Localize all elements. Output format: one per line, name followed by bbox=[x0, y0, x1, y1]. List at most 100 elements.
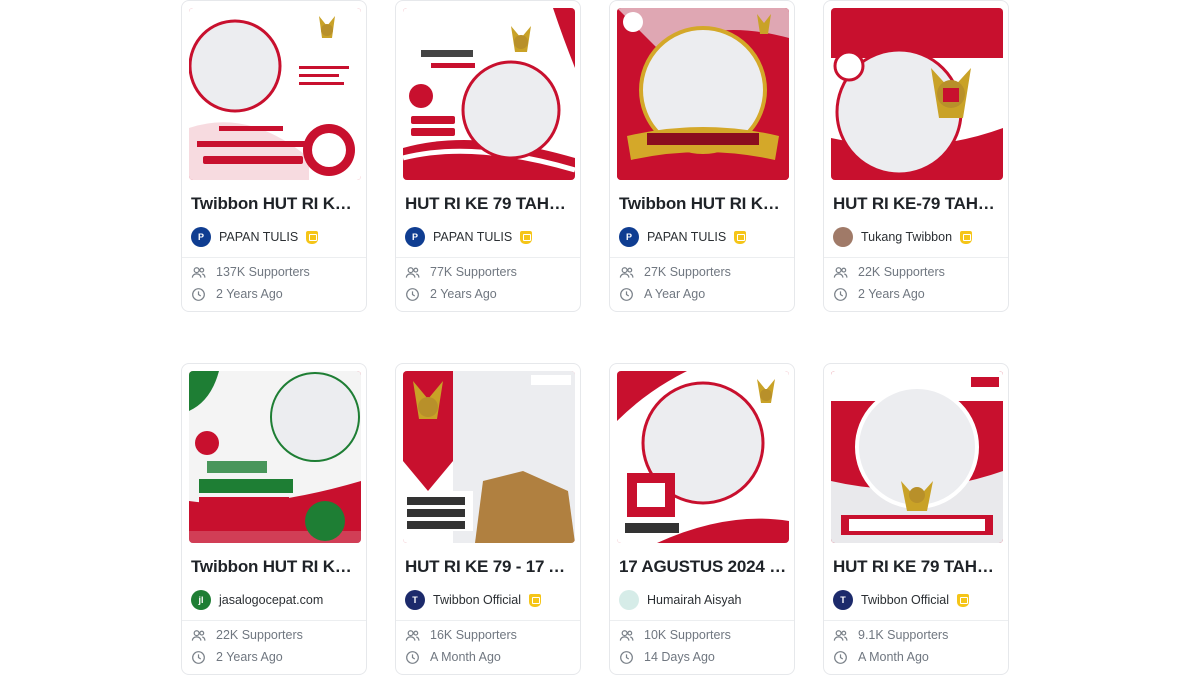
campaign-title[interactable]: HUT RI KE 79 TAHUN 2024 bbox=[833, 557, 1001, 577]
author-name: Humairah Aisyah bbox=[647, 593, 742, 607]
created-age: 2 Years Ago bbox=[216, 650, 283, 664]
supporters-count: 27K Supporters bbox=[644, 265, 731, 279]
campaign-title[interactable]: 17 AGUSTUS 2024 HUT RI bbox=[619, 557, 787, 577]
campaign-author[interactable]: P PAPAN TULIS bbox=[191, 227, 361, 247]
author-name: Twibbon Official bbox=[433, 593, 522, 607]
card-divider bbox=[610, 257, 794, 258]
age-stat: A Month Ago bbox=[833, 649, 1003, 665]
campaign-author[interactable]: P PAPAN TULIS bbox=[405, 227, 575, 247]
clock-icon bbox=[406, 287, 419, 301]
campaign-thumbnail[interactable] bbox=[831, 8, 1003, 180]
users-icon bbox=[619, 266, 634, 278]
users-icon bbox=[619, 629, 634, 641]
verified-badge-icon bbox=[529, 593, 542, 607]
supporters-count: 77K Supporters bbox=[430, 265, 517, 279]
campaign-card[interactable]: 17 AGUSTUS 2024 HUT RI Humairah Aisyah 1… bbox=[609, 363, 795, 675]
supporters-count: 22K Supporters bbox=[858, 265, 945, 279]
campaign-card[interactable]: HUT RI KE 79 TAHUN 2024 T Twibbon Offici… bbox=[823, 363, 1009, 675]
card-divider bbox=[824, 257, 1008, 258]
campaign-card[interactable]: HUT RI KE 79 - 17 AGUSTUS T Twibbon Offi… bbox=[395, 363, 581, 675]
campaign-card[interactable]: HUT RI KE 79 TAHUN 2024 P PAPAN TULIS 77… bbox=[395, 0, 581, 312]
created-age: 2 Years Ago bbox=[858, 287, 925, 301]
verified-badge-icon bbox=[734, 230, 747, 244]
papan-tulis-logo-icon: P bbox=[619, 227, 639, 247]
created-age: 2 Years Ago bbox=[430, 287, 497, 301]
users-icon bbox=[191, 629, 206, 641]
campaign-card[interactable]: Twibbon HUT RI Ke 79 Tahun P PAPAN TULIS… bbox=[609, 0, 795, 312]
clock-icon bbox=[406, 650, 419, 664]
author-name: PAPAN TULIS bbox=[433, 230, 513, 244]
clock-icon bbox=[620, 287, 633, 301]
clock-icon bbox=[192, 287, 205, 301]
campaign-title[interactable]: HUT RI KE 79 TAHUN 2024 bbox=[405, 194, 573, 214]
campaign-thumbnail[interactable] bbox=[189, 8, 361, 180]
campaign-author[interactable]: T Twibbon Official bbox=[405, 590, 575, 610]
jasalogo-logo-icon: jl bbox=[191, 590, 211, 610]
twibbon-logo-icon: T bbox=[833, 590, 853, 610]
author-name: jasalogocepat.com bbox=[219, 593, 324, 607]
supporters-count: 9.1K Supporters bbox=[858, 628, 949, 642]
campaign-thumbnail[interactable] bbox=[189, 371, 361, 543]
campaign-author[interactable]: T Twibbon Official bbox=[833, 590, 1003, 610]
age-stat: 2 Years Ago bbox=[191, 286, 361, 302]
campaign-title[interactable]: HUT RI KE 79 - 17 AGUSTUS bbox=[405, 557, 573, 577]
age-stat: 14 Days Ago bbox=[619, 649, 789, 665]
author-name: Tukang Twibbon bbox=[861, 230, 953, 244]
campaign-author[interactable]: jl jasalogocepat.com bbox=[191, 590, 361, 610]
age-stat: A Month Ago bbox=[405, 649, 575, 665]
supporters-stat: 27K Supporters bbox=[619, 264, 789, 280]
age-stat: 2 Years Ago bbox=[833, 286, 1003, 302]
campaign-thumbnail[interactable] bbox=[403, 8, 575, 180]
campaign-card[interactable]: Twibbon HUT RI Ke-79 jl jasalogocepat.co… bbox=[181, 363, 367, 675]
clock-icon bbox=[192, 650, 205, 664]
card-divider bbox=[182, 257, 366, 258]
users-icon bbox=[405, 266, 420, 278]
campaign-title[interactable]: Twibbon HUT RI Ke 79 Tahun bbox=[619, 194, 787, 214]
user-photo-icon bbox=[833, 227, 853, 247]
created-age: 2 Years Ago bbox=[216, 287, 283, 301]
campaign-thumbnail[interactable] bbox=[403, 371, 575, 543]
created-age: A Month Ago bbox=[430, 650, 501, 664]
supporters-count: 10K Supporters bbox=[644, 628, 731, 642]
campaign-author[interactable]: Tukang Twibbon bbox=[833, 227, 1003, 247]
created-age: 14 Days Ago bbox=[644, 650, 715, 664]
campaign-title[interactable]: Twibbon HUT RI Ke 79 Tahun bbox=[191, 194, 359, 214]
supporters-count: 16K Supporters bbox=[430, 628, 517, 642]
supporters-stat: 137K Supporters bbox=[191, 264, 361, 280]
papan-tulis-logo-icon: P bbox=[191, 227, 211, 247]
twibbon-logo-icon: T bbox=[405, 590, 425, 610]
card-divider bbox=[610, 620, 794, 621]
users-icon bbox=[191, 266, 206, 278]
clock-icon bbox=[620, 650, 633, 664]
users-icon bbox=[833, 266, 848, 278]
campaign-thumbnail[interactable] bbox=[831, 371, 1003, 543]
campaign-thumbnail[interactable] bbox=[617, 8, 789, 180]
campaign-author[interactable]: Humairah Aisyah bbox=[619, 590, 789, 610]
campaign-card[interactable]: Twibbon HUT RI Ke 79 Tahun P PAPAN TULIS… bbox=[181, 0, 367, 312]
users-icon bbox=[833, 629, 848, 641]
campaign-title[interactable]: HUT RI KE-79 TAHUN 2024 bbox=[833, 194, 1001, 214]
supporters-stat: 77K Supporters bbox=[405, 264, 575, 280]
verified-badge-icon bbox=[960, 230, 973, 244]
supporters-stat: 22K Supporters bbox=[833, 264, 1003, 280]
campaign-thumbnail[interactable] bbox=[617, 371, 789, 543]
supporters-stat: 9.1K Supporters bbox=[833, 627, 1003, 643]
campaign-card[interactable]: HUT RI KE-79 TAHUN 2024 Tukang Twibbon 2… bbox=[823, 0, 1009, 312]
users-icon bbox=[405, 629, 420, 641]
supporters-stat: 22K Supporters bbox=[191, 627, 361, 643]
created-age: A Year Ago bbox=[644, 287, 706, 301]
card-divider bbox=[824, 620, 1008, 621]
card-divider bbox=[182, 620, 366, 621]
created-age: A Month Ago bbox=[858, 650, 929, 664]
supporters-stat: 10K Supporters bbox=[619, 627, 789, 643]
default-avatar-icon bbox=[619, 590, 639, 610]
campaign-author[interactable]: P PAPAN TULIS bbox=[619, 227, 789, 247]
age-stat: 2 Years Ago bbox=[191, 649, 361, 665]
campaign-title[interactable]: Twibbon HUT RI Ke-79 bbox=[191, 557, 359, 577]
supporters-stat: 16K Supporters bbox=[405, 627, 575, 643]
card-divider bbox=[396, 257, 580, 258]
clock-icon bbox=[834, 287, 847, 301]
verified-badge-icon bbox=[306, 230, 319, 244]
supporters-count: 137K Supporters bbox=[216, 265, 310, 279]
age-stat: A Year Ago bbox=[619, 286, 789, 302]
